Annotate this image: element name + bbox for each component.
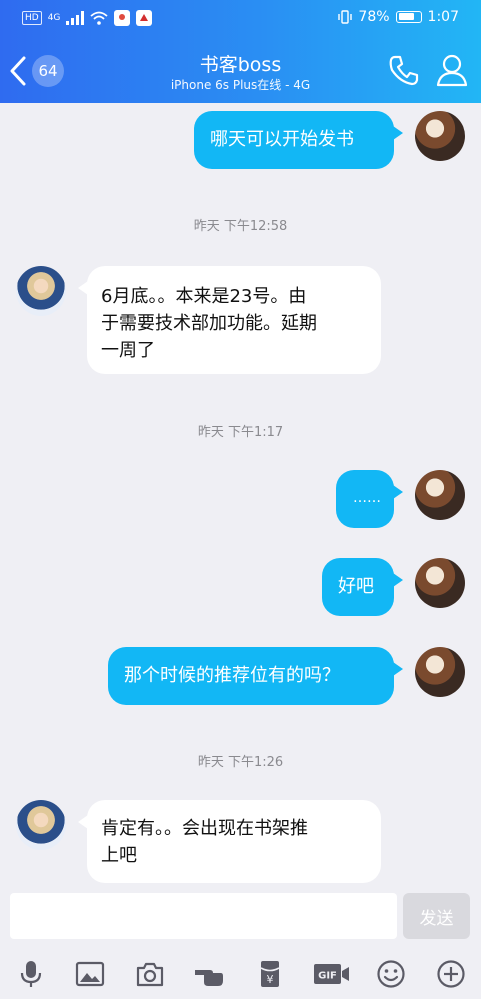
signal-icon <box>66 11 85 25</box>
location-app-icon <box>114 10 131 26</box>
message-text-line: 6月底。。本来是23号。由 <box>101 286 307 307</box>
phone-icon[interactable] <box>386 52 422 88</box>
send-button[interactable]: 发送 <box>403 893 470 939</box>
message-input[interactable] <box>10 893 397 939</box>
message-text: …… <box>353 490 381 506</box>
avatar-self[interactable] <box>415 558 465 608</box>
avatar-self[interactable] <box>415 111 465 161</box>
status-left: HD 4G <box>22 10 153 26</box>
signal-label: 4G <box>47 13 61 23</box>
bubble-tail <box>393 126 403 140</box>
timestamp: 昨天 下午1:17 <box>197 425 284 440</box>
timestamp: 昨天 下午1:26 <box>197 755 284 770</box>
image-icon <box>75 961 105 987</box>
avatar-contact[interactable] <box>16 800 66 850</box>
contact-profile-icon[interactable] <box>434 52 470 88</box>
message-bubble-sent[interactable]: …… <box>336 470 394 528</box>
message-text-line: 一周了 <box>101 340 155 361</box>
red-packet-glyph: ¥ <box>267 973 274 986</box>
avatar-contact[interactable] <box>16 266 66 316</box>
gif-label: GIF <box>318 971 337 982</box>
emoji-button[interactable] <box>375 959 407 989</box>
message-bubble-sent[interactable]: 好吧 <box>322 558 394 616</box>
message-text: 那个时候的推荐位有的吗？ <box>124 665 340 686</box>
avatar-self[interactable] <box>415 470 465 520</box>
microphone-icon <box>20 961 42 987</box>
toolbar: ¥ GIF <box>0 959 481 993</box>
input-bar: 发送 ¥ GIF <box>0 883 481 999</box>
camera-button[interactable] <box>134 959 166 989</box>
red-packet-icon: ¥ <box>260 961 280 987</box>
message-bubble-sent[interactable]: 那个时候的推荐位有的吗？ <box>108 647 394 705</box>
camera-icon <box>136 962 164 987</box>
message-list[interactable]: 哪天可以开始发书 昨天 下午12:58 6月底。。本来是23号。由 于需要技术部… <box>0 103 481 883</box>
message-text: 好吧 <box>338 576 374 597</box>
battery-level <box>398 13 414 20</box>
gif-button[interactable]: GIF <box>313 959 351 989</box>
top-bar: HD 4G 78% 1:07 64 书客boss iPhone 6s Plus在… <box>0 0 481 103</box>
voice-button[interactable] <box>15 959 47 989</box>
huawei-app-icon <box>136 10 153 26</box>
chat-header: 64 书客boss iPhone 6s Plus在线 - 4G <box>0 38 481 103</box>
message-bubble-received[interactable]: 肯定有。。会出现在书架推 上吧 <box>87 800 381 883</box>
message-text-line: 于需要技术部加功能。延期 <box>101 313 317 334</box>
status-bar: HD 4G 78% 1:07 <box>0 0 481 36</box>
battery-percent: 78% <box>358 9 390 25</box>
message-text: 哪天可以开始发书 <box>210 129 354 150</box>
wifi-icon <box>90 11 108 25</box>
image-button[interactable] <box>74 959 106 989</box>
poke-button[interactable] <box>193 959 225 989</box>
red-packet-button[interactable]: ¥ <box>254 959 286 989</box>
avatar-self[interactable] <box>415 647 465 697</box>
message-text-line: 肯定有。。会出现在书架推 <box>101 818 308 839</box>
battery-icon <box>395 11 422 23</box>
bubble-tail <box>393 573 403 587</box>
bubble-tail <box>393 485 403 499</box>
emoji-icon <box>377 960 405 988</box>
gif-icon: GIF <box>314 964 349 984</box>
timestamp: 昨天 下午12:58 <box>193 219 288 234</box>
more-button[interactable] <box>435 959 467 989</box>
hd-chip: HD <box>22 11 42 25</box>
status-right: 78% 1:07 <box>338 9 459 25</box>
plus-icon <box>437 960 465 988</box>
message-bubble-sent[interactable]: 哪天可以开始发书 <box>194 111 394 169</box>
hand-icon <box>195 970 223 986</box>
message-bubble-received[interactable]: 6月底。。本来是23号。由 于需要技术部加功能。延期 一周了 <box>87 266 381 374</box>
message-text-line: 上吧 <box>101 845 137 866</box>
clock: 1:07 <box>427 9 459 25</box>
bubble-tail <box>393 662 403 676</box>
vibrate-icon <box>338 10 353 24</box>
